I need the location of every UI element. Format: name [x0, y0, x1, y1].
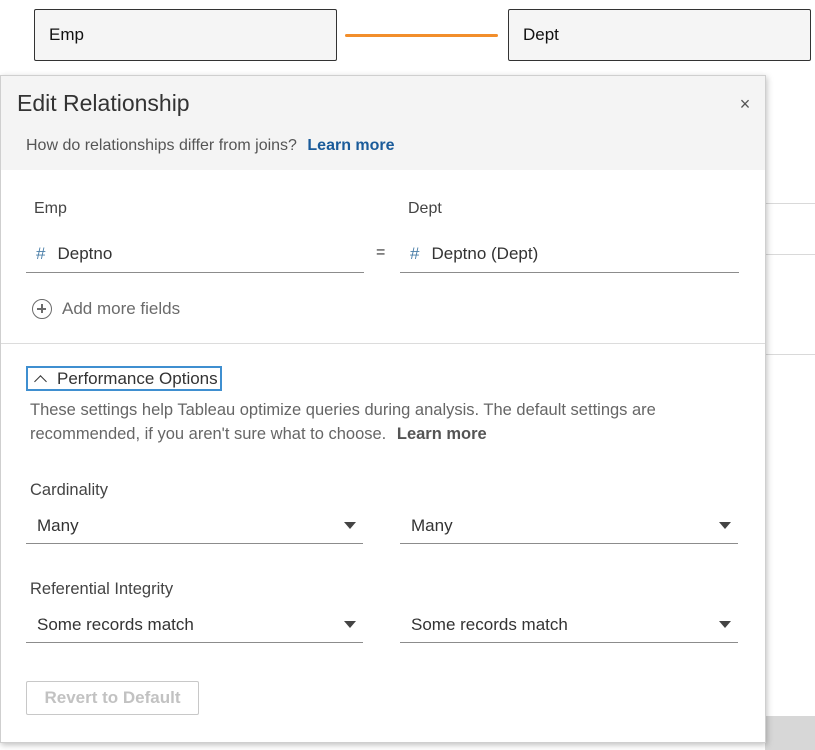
- left-field-name: Deptno: [57, 244, 113, 263]
- edit-relationship-dialog: Edit Relationship × How do relationships…: [0, 75, 766, 743]
- revert-to-default-button[interactable]: Revert to Default: [26, 681, 199, 715]
- cardinality-label: Cardinality: [30, 481, 108, 499]
- background-footer: [765, 716, 815, 750]
- dept-table-box[interactable]: Dept: [508, 9, 811, 61]
- cardinality-right-select[interactable]: Many: [400, 508, 738, 544]
- right-table-label: Dept: [408, 200, 442, 217]
- dialog-header: Edit Relationship × How do relationships…: [1, 76, 765, 170]
- performance-options-label: Performance Options: [57, 368, 218, 388]
- dialog-subtitle: How do relationships differ from joins? …: [26, 137, 395, 155]
- learn-more-link[interactable]: Learn more: [307, 137, 394, 154]
- plus-circle-icon: [32, 299, 52, 319]
- background-divider: [765, 354, 815, 355]
- relationship-line[interactable]: [345, 34, 498, 37]
- left-table-label: Emp: [34, 200, 67, 217]
- add-more-fields-button[interactable]: Add more fields: [32, 299, 180, 319]
- integrity-left-value: Some records match: [37, 614, 194, 634]
- dropdown-arrow-icon: [719, 522, 731, 529]
- performance-learn-more-link[interactable]: Learn more: [397, 425, 487, 443]
- integrity-left-select[interactable]: Some records match: [26, 607, 363, 643]
- cardinality-right-value: Many: [411, 515, 453, 535]
- cardinality-left-select[interactable]: Many: [26, 508, 363, 544]
- subtitle-text: How do relationships differ from joins?: [26, 137, 297, 154]
- emp-table-label: Emp: [49, 25, 84, 44]
- dropdown-arrow-icon: [719, 621, 731, 628]
- cardinality-left-value: Many: [37, 515, 79, 535]
- dept-table-label: Dept: [523, 25, 559, 44]
- integrity-right-select[interactable]: Some records match: [400, 607, 738, 643]
- right-field-name: Deptno (Dept): [431, 244, 539, 263]
- section-divider: [1, 343, 765, 344]
- performance-options-toggle[interactable]: Performance Options: [26, 366, 222, 391]
- equals-operator[interactable]: =: [376, 244, 385, 262]
- emp-table-box[interactable]: Emp: [34, 9, 337, 61]
- dropdown-arrow-icon: [344, 522, 356, 529]
- add-more-fields-label: Add more fields: [62, 299, 181, 318]
- right-field-select[interactable]: # Deptno (Dept): [400, 236, 739, 273]
- background-divider: [765, 254, 815, 255]
- number-type-icon: #: [36, 244, 46, 263]
- close-icon[interactable]: ×: [735, 94, 755, 114]
- integrity-right-value: Some records match: [411, 614, 568, 634]
- dialog-title: Edit Relationship: [17, 90, 190, 116]
- performance-description-text: These settings help Tableau optimize que…: [30, 401, 656, 443]
- dropdown-arrow-icon: [344, 621, 356, 628]
- performance-description: These settings help Tableau optimize que…: [30, 398, 750, 446]
- background-divider: [765, 203, 815, 204]
- left-field-select[interactable]: # Deptno: [26, 236, 364, 273]
- number-type-icon: #: [410, 244, 420, 263]
- referential-integrity-label: Referential Integrity: [30, 580, 174, 598]
- chevron-up-icon: [34, 374, 47, 388]
